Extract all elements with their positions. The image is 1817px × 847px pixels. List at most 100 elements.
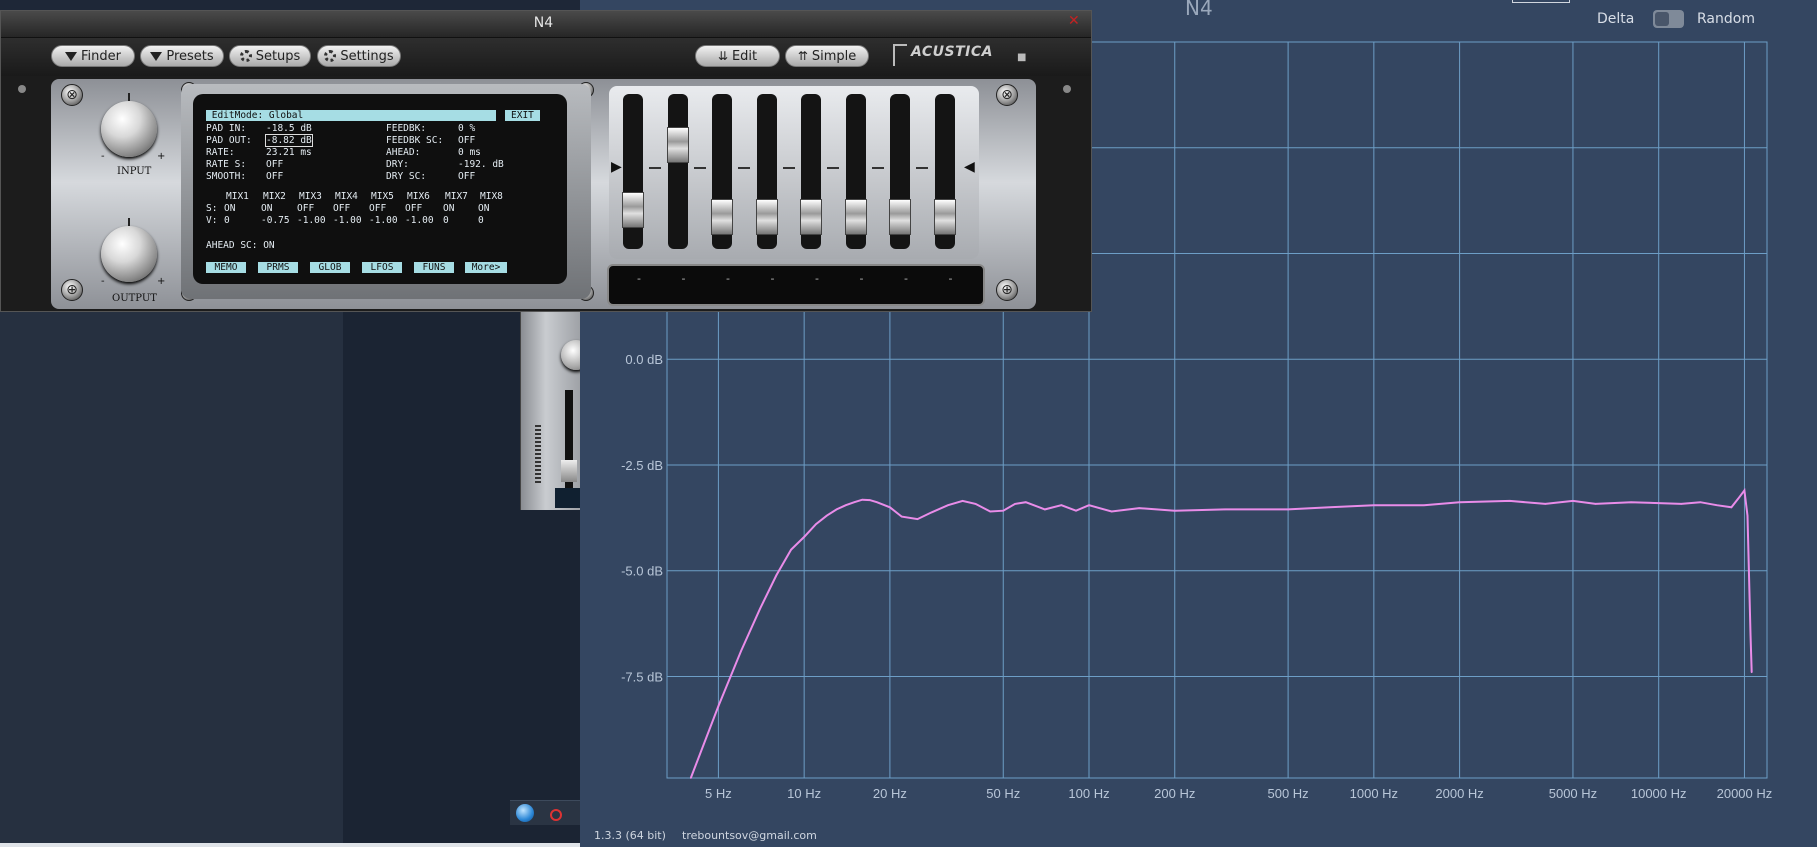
- mix-s-value[interactable]: ON: [443, 203, 454, 214]
- screen-button-glob[interactable]: GLOB: [310, 262, 350, 273]
- response-point: [835, 508, 838, 511]
- fader-6-handle[interactable]: [844, 198, 867, 235]
- mix-s-value[interactable]: ON: [478, 203, 489, 214]
- mix-s-value[interactable]: OFF: [369, 203, 386, 214]
- fader-3-handle[interactable]: [711, 198, 733, 235]
- fader-2-handle[interactable]: [666, 127, 689, 164]
- mix-v-value[interactable]: -1.00: [297, 215, 326, 226]
- ahead-sc-status[interactable]: AHEAD SC: ON: [206, 240, 275, 251]
- window-title: N4: [533, 15, 554, 31]
- fader-7-handle[interactable]: [889, 198, 911, 235]
- double-up-arrow-icon: ⇈: [797, 49, 808, 63]
- response-point: [790, 548, 792, 551]
- pad-out-value[interactable]: -8.82 dB: [265, 134, 313, 147]
- screen-button-more[interactable]: More>: [465, 262, 507, 273]
- fader-panel: ▶ ◀: [609, 86, 979, 259]
- record-icon[interactable]: [550, 809, 562, 821]
- response-point: [1044, 508, 1046, 511]
- feedbk-sc-label: FEEDBK SC:: [386, 135, 444, 146]
- x-tick-label: 5000 Hz: [1549, 786, 1597, 801]
- mix-header: MIX6: [407, 191, 430, 202]
- ahead-label: AHEAD:: [386, 147, 421, 158]
- windows-start-icon[interactable]: [516, 804, 534, 822]
- feedbk-value[interactable]: 0 %: [458, 123, 475, 134]
- rate-s-value[interactable]: OFF: [266, 159, 283, 170]
- screen-button-funs[interactable]: FUNS: [414, 262, 454, 273]
- fader-5-handle[interactable]: [800, 198, 822, 235]
- presets-button[interactable]: Presets: [140, 45, 224, 67]
- dry-sc-value[interactable]: OFF: [458, 171, 475, 182]
- rate-value[interactable]: 23.21 ms: [266, 147, 312, 158]
- fader-4-label: -: [770, 272, 775, 285]
- screen-button-memo[interactable]: MEMO: [206, 262, 246, 273]
- plugin-body: ⊗ ⊕ ⊗ ⊕ - + INPUT - + OUTPUT EditMode: G…: [1, 76, 1091, 311]
- mix-v-value[interactable]: -1.00: [333, 215, 362, 226]
- response-point: [1287, 508, 1289, 511]
- response-point: [989, 510, 991, 513]
- close-icon[interactable]: ✕: [1068, 13, 1080, 29]
- simple-button[interactable]: ⇈ Simple: [785, 45, 869, 67]
- fader-4-handle[interactable]: [755, 198, 778, 235]
- mix-header: MIX5: [371, 191, 394, 202]
- finder-button[interactable]: Finder: [51, 45, 135, 67]
- fader-1-handle[interactable]: [622, 191, 644, 228]
- smooth-value[interactable]: OFF: [266, 171, 283, 182]
- edit-label: Edit: [731, 48, 758, 64]
- response-point: [1075, 509, 1077, 512]
- delta-random-toggle[interactable]: [1653, 10, 1684, 28]
- screw-icon: ⊗: [996, 84, 1018, 106]
- response-point: [1746, 514, 1749, 517]
- input-knob[interactable]: [101, 93, 157, 157]
- mix-v-value[interactable]: -0.75: [261, 215, 290, 226]
- analyzer-top-field[interactable]: [1512, 0, 1570, 3]
- output-plus-label: +: [157, 276, 166, 287]
- response-point: [803, 536, 805, 538]
- dry-value[interactable]: -192. dB: [458, 159, 504, 170]
- fader-8-handle[interactable]: [933, 198, 956, 235]
- response-point: [900, 515, 903, 518]
- mix-s-value[interactable]: ON: [224, 203, 235, 214]
- mix-header: MIX8: [480, 191, 503, 202]
- edit-button[interactable]: ⇊ Edit: [695, 45, 780, 67]
- dry-label: DRY:: [386, 159, 409, 170]
- knob-indicator: [128, 93, 130, 101]
- rate-s-label: RATE S:: [206, 159, 247, 170]
- mix-v-value[interactable]: 0: [478, 215, 484, 226]
- finder-label: Finder: [81, 48, 121, 64]
- ahead-value[interactable]: 0 ms: [458, 147, 481, 158]
- output-knob[interactable]: [101, 218, 157, 282]
- x-tick-label: 50 Hz: [986, 786, 1020, 801]
- acustica-logo: ACUSTICA: [911, 44, 993, 60]
- mix-s-value[interactable]: ON: [261, 203, 272, 214]
- response-point: [1328, 506, 1331, 509]
- window-titlebar[interactable]: N4 ✕: [1, 11, 1091, 38]
- pad-in-value[interactable]: -18.5 dB: [266, 123, 312, 134]
- setups-button[interactable]: Setups: [229, 45, 311, 67]
- mix-s-value[interactable]: OFF: [333, 203, 350, 214]
- feedbk-sc-value[interactable]: OFF: [458, 135, 475, 146]
- background-plugin-partial: [520, 310, 591, 510]
- screen-button-lfos[interactable]: LFOS: [362, 262, 402, 273]
- fader-scale-mark: [649, 167, 661, 169]
- mix-v-value[interactable]: -1.00: [369, 215, 398, 226]
- mix-v-value[interactable]: 0: [443, 215, 449, 226]
- gear-icon: [239, 50, 252, 62]
- fader-8-label: -: [948, 272, 953, 285]
- settings-button[interactable]: Settings: [317, 45, 401, 67]
- response-point: [861, 498, 864, 501]
- toggle-thumb: [1655, 12, 1669, 26]
- rack-screw-icon: [1063, 85, 1071, 93]
- fader-5-label: -: [815, 272, 819, 285]
- response-point: [1509, 500, 1511, 502]
- mix-v-value[interactable]: -1.00: [405, 215, 434, 226]
- menu-icon[interactable]: ■: [1017, 52, 1026, 63]
- screw-icon: ⊕: [61, 279, 83, 301]
- s-row-label: S:: [206, 203, 218, 214]
- mix-s-value[interactable]: OFF: [405, 203, 422, 214]
- exit-button[interactable]: EXIT: [505, 110, 540, 121]
- mix-s-value[interactable]: OFF: [297, 203, 314, 214]
- taskbar: [510, 800, 582, 825]
- screen-button-prms[interactable]: PRMS: [258, 262, 298, 273]
- mix-v-value[interactable]: 0: [224, 215, 230, 226]
- fader-scale-mark: [782, 167, 795, 169]
